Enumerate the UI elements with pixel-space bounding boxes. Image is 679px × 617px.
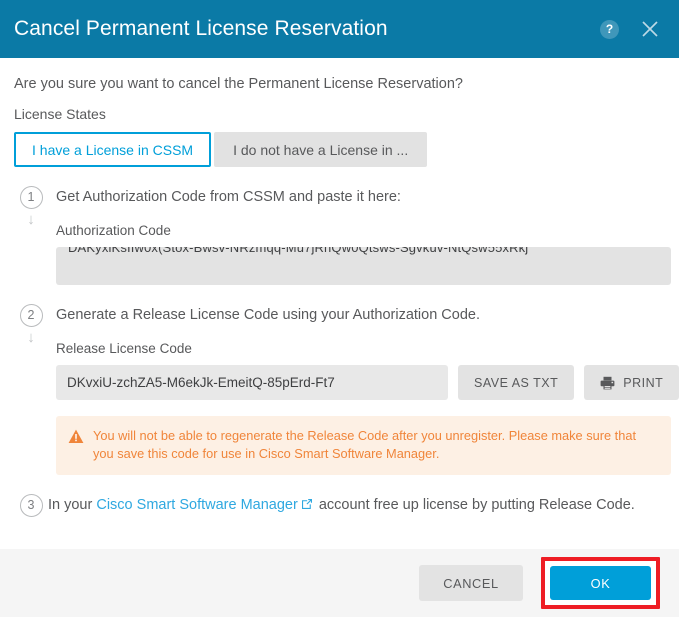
cancel-permanent-license-reservation-dialog: Cancel Permanent License Reservation ? A… — [0, 0, 679, 617]
authorization-code-input[interactable]: DAKyxiKsIIw0x(Stox-Bwsv-NRzmqq-Mu7jRnQw0… — [56, 247, 671, 285]
titlebar-actions: ? — [600, 18, 661, 40]
tab-have-license-in-cssm[interactable]: I have a License in CSSM — [14, 132, 212, 167]
step-2-content: Generate a Release License Code using yo… — [48, 303, 679, 475]
step-1-title: Get Authorization Code from CSSM and pas… — [56, 189, 401, 205]
step-1-arrow-down-icon: ↓ — [27, 211, 35, 228]
license-states-label: License States — [14, 106, 106, 122]
dialog-titlebar: Cancel Permanent License Reservation ? — [0, 0, 679, 58]
step-3-text: In your Cisco Smart Software Manager acc… — [48, 493, 635, 516]
cancel-button[interactable]: CANCEL — [419, 565, 523, 601]
close-icon[interactable] — [639, 18, 661, 40]
help-circle-icon[interactable]: ? — [600, 19, 619, 39]
ok-button[interactable]: OK — [550, 566, 651, 600]
ok-button-highlight: OK — [541, 557, 660, 609]
license-states-tabs: I have a License in CSSM I do not have a… — [14, 132, 661, 167]
release-license-code-label: Release License Code — [56, 341, 192, 356]
release-code-warning: You will not be able to regenerate the R… — [56, 416, 671, 475]
save-as-txt-button[interactable]: SAVE AS TXT — [458, 365, 575, 400]
warning-text: You will not be able to regenerate the R… — [93, 428, 637, 461]
release-license-code-input[interactable]: DKvxiU-zchZA5-M6ekJk-EmeitQ-85pErd-Ft7 — [56, 365, 448, 400]
step-3-number: 3 — [19, 494, 43, 517]
step-2-title: Generate a Release License Code using yo… — [56, 307, 480, 323]
step-1-rail: 1 ↓ — [14, 185, 48, 227]
step-1-content: Get Authorization Code from CSSM and pas… — [48, 185, 671, 285]
step-2-number: 2 — [19, 304, 43, 327]
dialog-body: Are you sure you want to cancel the Perm… — [0, 58, 679, 549]
step-2: 2 ↓ Generate a Release License Code usin… — [14, 303, 679, 475]
external-link-icon[interactable] — [301, 496, 313, 516]
authorization-code-value: DAKyxiKsIIw0x(Stox-Bwsv-NRzmqq-Mu7jRnQw0… — [68, 247, 529, 255]
warning-triangle-icon — [68, 427, 84, 449]
release-code-row: DKvxiU-zchZA5-M6ekJk-EmeitQ-85pErd-Ft7 S… — [56, 365, 679, 400]
authorization-code-label: Authorization Code — [56, 223, 171, 238]
step-2-rail: 2 ↓ — [14, 303, 48, 345]
tab-do-not-have-license[interactable]: I do not have a License in ... — [214, 132, 428, 167]
print-button-label: PRINT — [623, 375, 664, 390]
step-3-rail: 3 — [14, 493, 48, 517]
step-3-suffix: account free up license by putting Relea… — [314, 497, 635, 513]
cisco-smart-software-manager-link[interactable]: Cisco Smart Software Manager — [96, 497, 297, 513]
confirmation-question: Are you sure you want to cancel the Perm… — [14, 76, 463, 92]
step-2-arrow-down-icon: ↓ — [27, 329, 35, 346]
dialog-footer: CANCEL OK — [0, 549, 679, 617]
step-1: 1 ↓ Get Authorization Code from CSSM and… — [14, 185, 671, 285]
printer-icon — [600, 376, 615, 390]
print-button[interactable]: PRINT — [584, 365, 679, 400]
step-1-number: 1 — [19, 186, 43, 209]
step-3-prefix: In your — [48, 497, 97, 513]
dialog-title: Cancel Permanent License Reservation — [14, 17, 388, 40]
step-3: 3 In your Cisco Smart Software Manager a… — [14, 493, 661, 517]
